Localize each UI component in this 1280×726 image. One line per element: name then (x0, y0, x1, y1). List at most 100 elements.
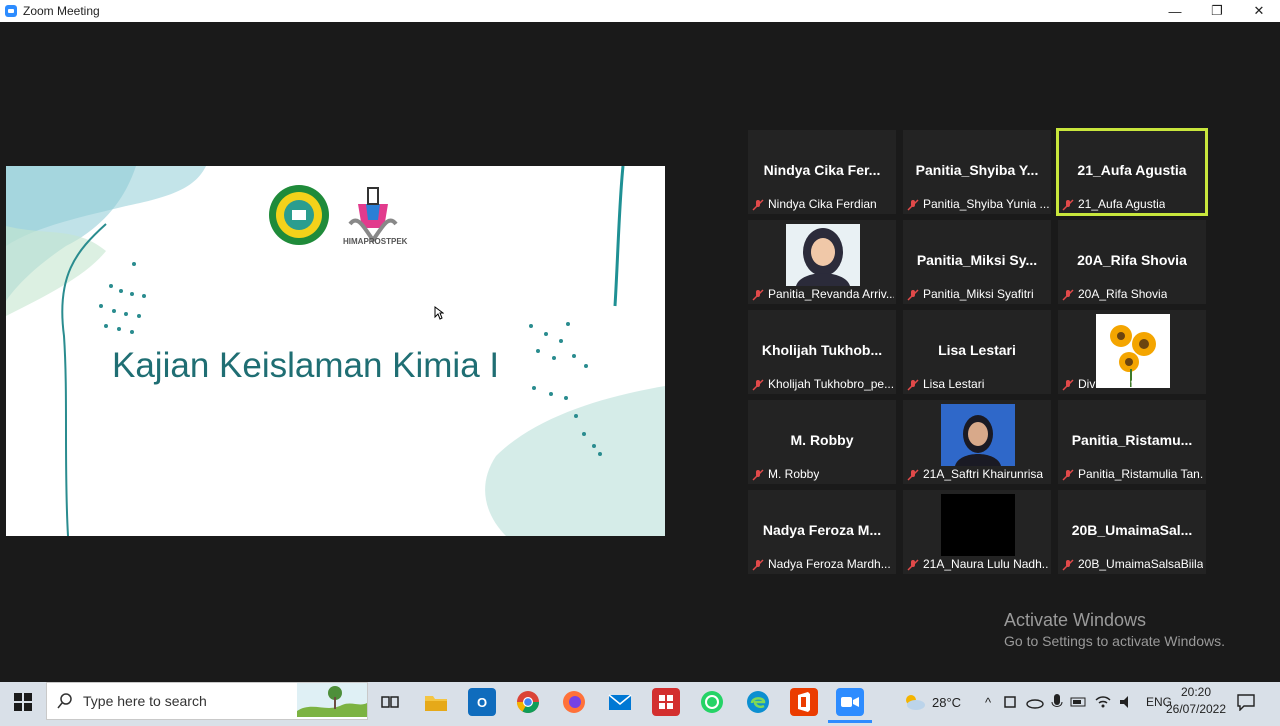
participant-tile[interactable]: Panitia_Revanda Arriv... (748, 220, 896, 304)
whatsapp-icon[interactable] (698, 688, 726, 716)
participant-name: 21A_Naura Lulu Nadh... (923, 557, 1049, 571)
participant-name-bar: Diva Nurfitria (1062, 376, 1204, 392)
title-bar: Zoom Meeting — ❐ ✕ (0, 0, 1280, 22)
file-explorer-icon[interactable] (422, 688, 450, 716)
chrome-icon[interactable] (514, 688, 542, 716)
participant-display-name: Panitia_Miksi Sy... (916, 252, 1038, 268)
muted-mic-icon (1062, 288, 1074, 301)
participant-tile[interactable]: Nindya Cika Fer... Nindya Cika Ferdian (748, 130, 896, 214)
participant-tile[interactable]: Diva Nurfitria (1058, 310, 1206, 394)
participant-display-name: Nadya Feroza M... (762, 522, 882, 538)
participant-tile[interactable]: Panitia_Miksi Sy... Panitia_Miksi Syafitr… (903, 220, 1051, 304)
participant-avatar (941, 404, 1015, 466)
participant-name: Panitia_Ristamulia Tan... (1078, 467, 1204, 481)
muted-mic-icon (907, 378, 919, 391)
participant-display-name: Lisa Lestari (938, 342, 1016, 358)
participant-tile[interactable]: 21A_Saftri Khairunrisa (903, 400, 1051, 484)
close-button[interactable]: ✕ (1238, 0, 1280, 22)
participant-name-bar: Kholijah Tukhobro_pe... (752, 376, 894, 392)
onedrive-cloud-icon[interactable] (1026, 694, 1044, 710)
zoom-taskbar-icon[interactable] (836, 688, 864, 716)
window-controls: — ❐ ✕ (1154, 0, 1280, 22)
participant-tile[interactable]: Nadya Feroza M... Nadya Feroza Mardh... (748, 490, 896, 574)
participant-name-bar: Panitia_Revanda Arriv... (752, 286, 894, 302)
participant-display-name: Panitia_Shyiba Y... (915, 162, 1039, 178)
participant-name: Lisa Lestari (923, 377, 985, 391)
participant-name-bar: 21A_Saftri Khairunrisa (907, 466, 1049, 482)
taskbar-clock[interactable]: 20:20 26/07/2022 (1162, 684, 1230, 718)
participant-tile[interactable]: 21_Aufa Agustia 21_Aufa Agustia (1056, 128, 1208, 216)
activate-windows-watermark: Activate Windows Go to Settings to activ… (1004, 610, 1225, 649)
participant-name-bar: M. Robby (752, 466, 894, 482)
active-app-indicator (828, 720, 872, 723)
muted-mic-icon (907, 288, 919, 301)
volume-icon[interactable] (1118, 694, 1136, 710)
participant-name: Diva Nurfitria (1078, 377, 1148, 391)
microphone-icon[interactable] (1050, 693, 1064, 711)
muted-mic-icon (1062, 378, 1074, 391)
search-highlight-illustration (297, 683, 367, 717)
search-icon (57, 693, 72, 709)
clock-date: 26/07/2022 (1165, 702, 1227, 716)
participant-name-bar: 20B_UmaimaSalsaBiila (1062, 556, 1204, 572)
muted-mic-icon (907, 198, 919, 211)
participant-name-bar: Nadya Feroza Mardh... (752, 556, 894, 572)
participant-display-name: Panitia_Ristamu... (1071, 432, 1193, 448)
muted-mic-icon (752, 558, 764, 571)
restore-button[interactable]: ❐ (1196, 0, 1238, 22)
office-app-icon[interactable] (652, 688, 680, 716)
meeting-area: HIMAPROSTPEK Kajian Keislaman Kimia I Ni… (0, 22, 1280, 682)
battery-icon[interactable] (1070, 696, 1088, 708)
clock-time: 20:20 (1180, 685, 1212, 699)
participant-display-name: Nindya Cika Fer... (763, 162, 881, 178)
temperature-label: 28°C (932, 694, 962, 710)
participant-name: Panitia_Shyiba Yunia ... (923, 197, 1049, 211)
participant-display-name: M. Robby (790, 432, 854, 448)
firefox-icon[interactable] (560, 688, 588, 716)
weather-widget[interactable]: 28°C (902, 682, 961, 722)
notification-center-icon[interactable] (1236, 682, 1256, 722)
mouse-cursor-icon (434, 306, 444, 320)
taskbar-search-box[interactable]: Type here to search (46, 682, 368, 720)
participant-tile[interactable]: Kholijah Tukhob... Kholijah Tukhobro_pe..… (748, 310, 896, 394)
participant-tile[interactable]: M. Robby M. Robby (748, 400, 896, 484)
participant-display-name: 21_Aufa Agustia (1077, 162, 1187, 178)
muted-mic-icon (1062, 558, 1074, 571)
participant-avatar (941, 494, 1015, 556)
office-icon[interactable] (790, 688, 818, 716)
mail-icon[interactable] (606, 688, 634, 716)
participant-name: Nadya Feroza Mardh... (768, 557, 891, 571)
participant-tile[interactable]: 21A_Naura Lulu Nadh... (903, 490, 1051, 574)
participant-tile[interactable]: 20A_Rifa Shovia 20A_Rifa Shovia (1058, 220, 1206, 304)
task-view-icon[interactable] (376, 688, 404, 716)
participant-tile[interactable]: 20B_UmaimaSal... 20B_UmaimaSalsaBiila (1058, 490, 1206, 574)
watermark-line1: Activate Windows (1004, 610, 1147, 630)
participant-display-name: Kholijah Tukhob... (761, 342, 883, 358)
participant-name: 21A_Saftri Khairunrisa (923, 467, 1044, 481)
muted-mic-icon (752, 288, 764, 301)
muted-mic-icon (1062, 198, 1074, 211)
system-tray-icons: ^ ENG (978, 682, 1172, 722)
slide-title: Kajian Keislaman Kimia I (112, 346, 500, 385)
wifi-icon[interactable] (1094, 694, 1112, 710)
muted-mic-icon (752, 198, 764, 211)
participant-name: Panitia_Revanda Arriv... (768, 287, 894, 301)
muted-mic-icon (752, 468, 764, 481)
watermark-line2: Go to Settings to activate Windows. (1004, 633, 1225, 649)
participant-tile[interactable]: Panitia_Shyiba Y... Panitia_Shyiba Yunia … (903, 130, 1051, 214)
participant-tile[interactable]: Panitia_Ristamu... Panitia_Ristamulia Tan… (1058, 400, 1206, 484)
logo-label: HIMAPROSTPEK (343, 237, 408, 246)
participant-name: 20B_UmaimaSalsaBiila (1078, 557, 1204, 571)
participant-tile[interactable]: Lisa Lestari Lisa Lestari (903, 310, 1051, 394)
zoom-app-icon (5, 5, 17, 17)
minimize-button[interactable]: — (1154, 0, 1196, 22)
outlook-icon[interactable]: O (468, 688, 496, 716)
participant-name: Kholijah Tukhobro_pe... (768, 377, 894, 391)
taskbar: Type here to search O 28°C ^ ENG 20:20 2… (0, 682, 1280, 726)
meet-now-icon[interactable] (1002, 694, 1020, 710)
start-button[interactable] (0, 682, 46, 722)
participant-name: 20A_Rifa Shovia (1078, 287, 1168, 301)
edge-icon[interactable] (744, 688, 772, 716)
participant-name-bar: 21_Aufa Agustia (1062, 196, 1204, 212)
chevron-up-icon[interactable]: ^ (978, 695, 998, 710)
